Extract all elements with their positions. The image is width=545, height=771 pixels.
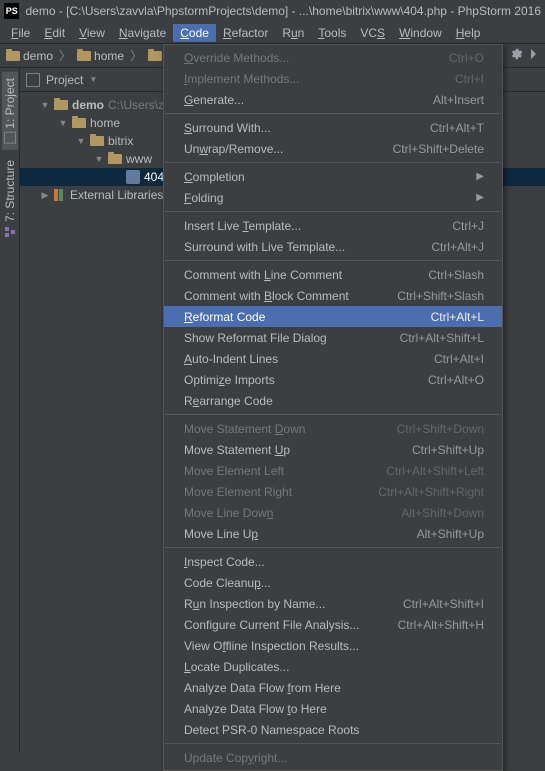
menu-view[interactable]: View	[72, 24, 112, 42]
menu-code-cleanup[interactable]: Code Cleanup...	[164, 572, 502, 593]
menu-window[interactable]: Window	[392, 24, 449, 42]
menu-separator	[165, 162, 501, 163]
dropdown-arrow-icon[interactable]: ▼	[89, 75, 97, 84]
chevron-icon: 〉	[130, 47, 142, 64]
menu-generate[interactable]: Generate...Alt+Insert	[164, 89, 502, 110]
project-panel-icon	[26, 73, 40, 87]
crumb-label: home	[94, 49, 124, 63]
chevron-icon: 〉	[59, 47, 71, 64]
menu-block-comment[interactable]: Comment with Block CommentCtrl+Shift+Sla…	[164, 285, 502, 306]
sidetab-project[interactable]: 1: Project	[2, 72, 18, 150]
menu-update-copyright: Update Copyright...	[164, 747, 502, 768]
menu-insert-live-template[interactable]: Insert Live Template...Ctrl+J	[164, 215, 502, 236]
menu-move-el-right: Move Element RightCtrl+Alt+Shift+Right	[164, 481, 502, 502]
menu-file[interactable]: File	[4, 24, 37, 42]
menu-reformat-dialog[interactable]: Show Reformat File DialogCtrl+Alt+Shift+…	[164, 327, 502, 348]
breadcrumb-home[interactable]: home	[77, 49, 124, 63]
sidetab-label: 7: Structure	[3, 160, 17, 222]
menu-move-stmt-down: Move Statement DownCtrl+Shift+Down	[164, 418, 502, 439]
menu-edit[interactable]: Edit	[37, 24, 72, 42]
menu-dataflow-to[interactable]: Analyze Data Flow to Here	[164, 698, 502, 719]
tree-dim: C:\Users\za	[108, 98, 171, 112]
expand-arrow-icon[interactable]: ▼	[94, 154, 104, 164]
menu-run-inspection[interactable]: Run Inspection by Name...Ctrl+Alt+Shift+…	[164, 593, 502, 614]
submenu-arrow-icon: ▶	[476, 192, 484, 203]
tree-label: 404	[144, 170, 164, 184]
tree-label: External Libraries	[70, 188, 163, 202]
menu-locate-duplicates[interactable]: Locate Duplicates...	[164, 656, 502, 677]
panel-title[interactable]: Project	[46, 73, 83, 87]
menu-reformat-code[interactable]: Reformat CodeCtrl+Alt+L	[164, 306, 502, 327]
menu-override-methods: Override Methods...Ctrl+O	[164, 47, 502, 68]
crumb-label: demo	[23, 49, 53, 63]
menu-optimize-imports[interactable]: Optimize ImportsCtrl+Alt+O	[164, 369, 502, 390]
gear-icon[interactable]	[509, 47, 523, 64]
folder-icon	[77, 51, 91, 61]
menu-vcs[interactable]: VCS	[353, 24, 392, 42]
php-file-icon	[126, 170, 140, 184]
breadcrumb-demo[interactable]: demo	[6, 49, 53, 63]
menu-surround-live-template[interactable]: Surround with Live Template...Ctrl+Alt+J	[164, 236, 502, 257]
expand-arrow-icon[interactable]: ▶	[40, 190, 50, 201]
menu-offline-results[interactable]: View Offline Inspection Results...	[164, 635, 502, 656]
menu-run[interactable]: Run	[275, 24, 311, 42]
folder-icon	[108, 154, 122, 164]
menu-separator	[165, 743, 501, 744]
tree-label: bitrix	[108, 134, 133, 148]
menu-move-line-up[interactable]: Move Line UpAlt+Shift+Up	[164, 523, 502, 544]
folder-icon	[6, 51, 20, 61]
menu-inspect-code[interactable]: Inspect Code...	[164, 551, 502, 572]
menu-auto-indent[interactable]: Auto-Indent LinesCtrl+Alt+I	[164, 348, 502, 369]
menu-separator	[165, 113, 501, 114]
menu-help[interactable]: Help	[449, 24, 488, 42]
menu-separator	[165, 547, 501, 548]
folder-icon	[72, 118, 86, 128]
menubar: File Edit View Navigate Code Refactor Ru…	[0, 22, 545, 44]
menu-code[interactable]: Code	[173, 24, 216, 42]
tool-strip: 1: Project 7: Structure	[0, 68, 20, 752]
menu-move-el-left: Move Element LeftCtrl+Alt+Shift+Left	[164, 460, 502, 481]
titlebar: PS demo - [C:\Users\zavvla\PhpstormProje…	[0, 0, 545, 22]
expand-arrow-icon[interactable]: ▼	[40, 100, 50, 110]
menu-folding[interactable]: Folding▶	[164, 187, 502, 208]
menu-configure-analysis[interactable]: Configure Current File Analysis...Ctrl+A…	[164, 614, 502, 635]
structure-icon	[4, 225, 16, 237]
library-icon	[54, 189, 66, 201]
menu-refactor[interactable]: Refactor	[216, 24, 275, 42]
tree-label: home	[90, 116, 120, 130]
app-icon: PS	[4, 3, 19, 19]
menu-rearrange-code[interactable]: Rearrange Code	[164, 390, 502, 411]
chev-right-icon[interactable]	[529, 47, 539, 64]
menu-detect-psr0[interactable]: Detect PSR-0 Namespace Roots	[164, 719, 502, 740]
menu-separator	[165, 260, 501, 261]
submenu-arrow-icon: ▶	[476, 171, 484, 182]
menu-line-comment[interactable]: Comment with Line CommentCtrl+Slash	[164, 264, 502, 285]
menu-unwrap[interactable]: Unwrap/Remove...Ctrl+Shift+Delete	[164, 138, 502, 159]
tree-label: www	[126, 152, 152, 166]
project-icon	[4, 132, 16, 144]
expand-arrow-icon[interactable]: ▼	[76, 136, 86, 146]
menu-move-line-down: Move Line DownAlt+Shift+Down	[164, 502, 502, 523]
folder-icon	[148, 51, 162, 61]
folder-icon	[90, 136, 104, 146]
sidetab-label: 1: Project	[3, 78, 17, 129]
menu-completion[interactable]: Completion▶	[164, 166, 502, 187]
tree-label: demo	[72, 98, 104, 112]
sidetab-structure[interactable]: 7: Structure	[2, 154, 18, 243]
menu-surround-with[interactable]: Surround With...Ctrl+Alt+T	[164, 117, 502, 138]
menu-move-stmt-up[interactable]: Move Statement UpCtrl+Shift+Up	[164, 439, 502, 460]
menu-separator	[165, 211, 501, 212]
window-title: demo - [C:\Users\zavvla\PhpstormProjects…	[25, 4, 541, 18]
menu-separator	[165, 414, 501, 415]
code-menu-dropdown: Override Methods...Ctrl+O Implement Meth…	[163, 44, 503, 771]
expand-arrow-icon[interactable]: ▼	[58, 118, 68, 128]
menu-navigate[interactable]: Navigate	[112, 24, 173, 42]
menu-dataflow-from[interactable]: Analyze Data Flow from Here	[164, 677, 502, 698]
menu-tools[interactable]: Tools	[311, 24, 353, 42]
menu-implement-methods: Implement Methods...Ctrl+I	[164, 68, 502, 89]
folder-icon	[54, 100, 68, 110]
